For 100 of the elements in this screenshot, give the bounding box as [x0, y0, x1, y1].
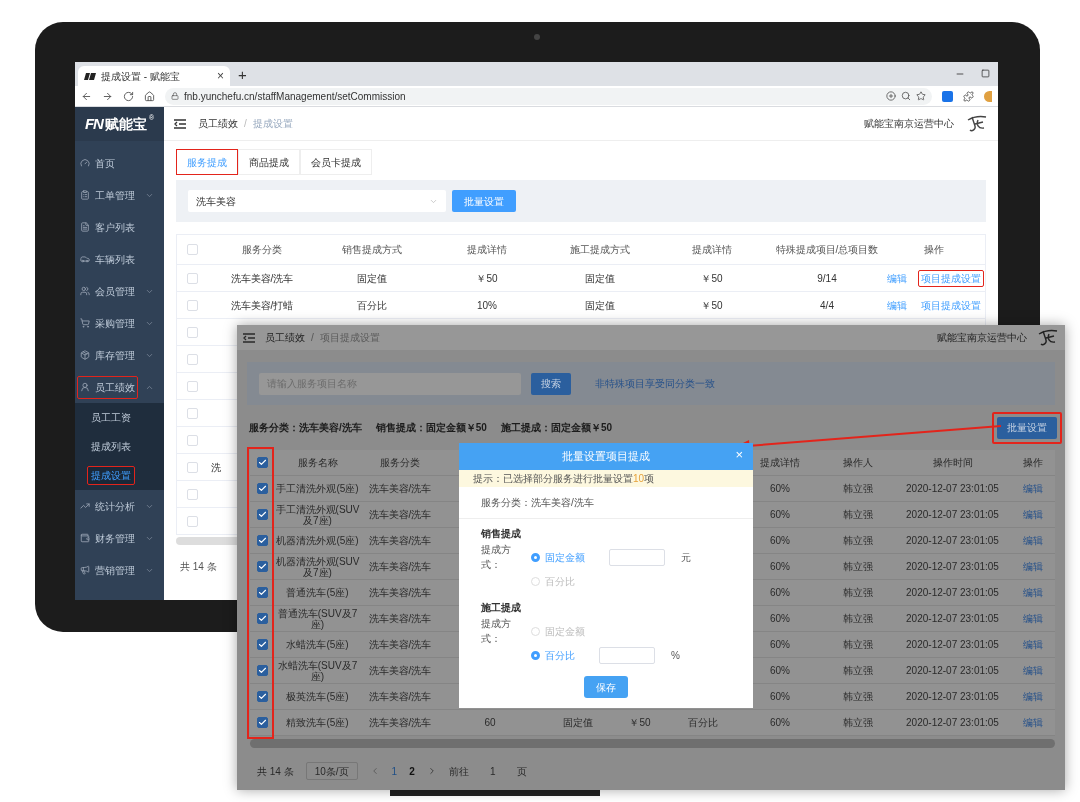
action-link[interactable]: 编辑 [883, 269, 910, 287]
page-size-select[interactable]: 10条/页 [305, 762, 358, 780]
radio-option[interactable]: 百分比 [531, 647, 575, 663]
breadcrumb-item[interactable]: 员工绩效 [198, 116, 238, 131]
menu-fold-icon[interactable] [174, 118, 186, 129]
table-cell-text: 洗车美容/洗车 [367, 482, 433, 496]
edit-link[interactable]: 编辑 [1010, 689, 1055, 704]
edit-link[interactable]: 编辑 [1010, 533, 1055, 548]
tab[interactable]: 服务提成 [176, 149, 238, 175]
sidebar-item[interactable]: 统计分析 [77, 494, 138, 518]
table-cell-text: 韩立强 [841, 612, 874, 626]
checkbox[interactable] [257, 613, 268, 624]
save-button[interactable]: 保存 [584, 676, 628, 698]
section-title: 销售提成 [481, 526, 522, 541]
table-cell-text: 2020-12-07 23:01:05 [905, 586, 1000, 600]
puzzle-icon[interactable] [963, 90, 974, 102]
radio-option[interactable]: 固定金额 [531, 549, 585, 565]
table-cell-text: 洗车美容/洗车 [367, 664, 433, 678]
sidebar-item[interactable]: 员工绩效 [77, 375, 138, 399]
table-cell-text: 60% [769, 716, 791, 730]
sidebar-item[interactable]: 首页 [77, 151, 118, 175]
action-link[interactable]: 编辑 [883, 296, 910, 314]
checkbox[interactable] [257, 665, 268, 676]
checkbox[interactable] [257, 535, 268, 546]
edit-link[interactable]: 编辑 [1010, 481, 1055, 496]
checkbox[interactable] [257, 587, 268, 598]
sidebar-item[interactable]: 库存管理 [77, 343, 138, 367]
page-number[interactable]: 1 [391, 763, 398, 779]
table-cell-text: 水蜡洗车(5座) [285, 639, 350, 650]
url-text: fnb.yunchefu.cn/staffManagement/setCommission [184, 89, 407, 104]
table-cell-text: 2020-12-07 23:01:05 [905, 690, 1000, 704]
maximize-icon[interactable] [981, 69, 990, 78]
edit-link[interactable]: 编辑 [1010, 637, 1055, 652]
signature-avatar-icon[interactable] [966, 113, 988, 134]
profile-icon[interactable] [984, 90, 992, 102]
column-header: 特殊提成项目/总项目数 [774, 244, 880, 255]
submenu-item[interactable]: 提成列表 [87, 437, 135, 456]
add-circle-icon[interactable] [886, 91, 896, 101]
amount-field[interactable] [609, 548, 665, 566]
checkbox[interactable] [257, 717, 268, 728]
batch-settings-button[interactable]: 批量设置 [992, 411, 1062, 444]
submenu-item[interactable]: 提成设置 [87, 466, 135, 485]
scrollbar[interactable] [250, 739, 1055, 748]
edit-link[interactable]: 编辑 [1010, 611, 1055, 626]
checkbox[interactable] [257, 509, 268, 520]
checkbox[interactable] [257, 561, 268, 572]
tab[interactable]: 会员卡提成 [300, 149, 372, 175]
tab[interactable]: 商品提成 [238, 149, 300, 175]
checkbox[interactable] [257, 639, 268, 650]
extension-icon[interactable] [942, 90, 953, 102]
table-cell-text: 60% [769, 508, 791, 522]
edit-link[interactable]: 编辑 [1010, 663, 1055, 678]
dialog-title: 批量设置项目提成 [562, 449, 650, 465]
edit-link[interactable]: 编辑 [1010, 585, 1055, 600]
checkbox[interactable] [257, 691, 268, 702]
column-header: 服务分类 [379, 456, 421, 470]
sidebar-item[interactable]: 车辆列表 [77, 247, 138, 271]
forward-icon[interactable] [102, 90, 113, 102]
signature-avatar-icon[interactable] [1037, 327, 1059, 348]
sidebar-item[interactable]: 财务管理 [77, 526, 138, 550]
logo-mark: FN [84, 113, 103, 134]
field-label: 提成方式： [481, 543, 512, 572]
breadcrumb-item[interactable]: 员工绩效 [265, 330, 305, 345]
sidebar-item[interactable]: 工单管理 [77, 183, 138, 207]
org-name[interactable]: 赋能宝南京运营中心 [937, 330, 1027, 345]
table-cell-text: 水蜡洗车(SUV及7座) [276, 659, 359, 682]
close-button[interactable]: × [735, 448, 743, 461]
new-tab-button[interactable]: + [238, 66, 247, 82]
edit-link[interactable]: 编辑 [1010, 559, 1055, 574]
sidebar-item[interactable]: 客户列表 [77, 215, 138, 239]
unit-text: 元 [681, 550, 691, 565]
sidebar-item[interactable]: 采购管理 [77, 311, 138, 335]
category-select[interactable]: 洗车美容 [188, 190, 446, 212]
batch-settings-button[interactable]: 批量设置 [452, 190, 516, 212]
home-icon[interactable] [144, 90, 155, 102]
action-link[interactable]: 项目提成设置 [917, 296, 984, 314]
star-icon[interactable] [916, 91, 926, 101]
amount-field[interactable] [599, 646, 655, 664]
action-link[interactable]: 项目提成设置 [917, 269, 984, 287]
search-button[interactable]: 搜索 [531, 372, 571, 395]
edit-link[interactable]: 编辑 [1010, 715, 1055, 730]
address-bar[interactable]: fnb.yunchefu.cn/staffManagement/setCommission [165, 87, 932, 105]
users-icon [80, 286, 90, 296]
document-icon [80, 222, 90, 232]
edit-link[interactable]: 编辑 [1010, 507, 1055, 522]
sidebar-item[interactable]: 营销管理 [77, 558, 138, 582]
menu-fold-icon[interactable] [243, 332, 255, 343]
reload-icon[interactable] [123, 90, 134, 102]
sidebar-item[interactable]: 会员管理 [77, 279, 138, 303]
tab-close[interactable]: × [217, 70, 224, 82]
zoom-icon[interactable] [901, 91, 911, 101]
table-cell-text: 60% [769, 664, 791, 678]
page-number[interactable]: 2 [409, 763, 415, 779]
org-name[interactable]: 赋能宝南京运营中心 [864, 116, 954, 131]
browser-tab[interactable]: 提成设置 - 赋能宝 × [78, 66, 230, 86]
submenu-item[interactable]: 员工工资 [87, 408, 135, 427]
back-icon[interactable] [81, 90, 92, 102]
checkbox[interactable] [257, 457, 268, 468]
checkbox[interactable] [257, 483, 268, 494]
goto-field[interactable]: 1 [480, 762, 505, 780]
